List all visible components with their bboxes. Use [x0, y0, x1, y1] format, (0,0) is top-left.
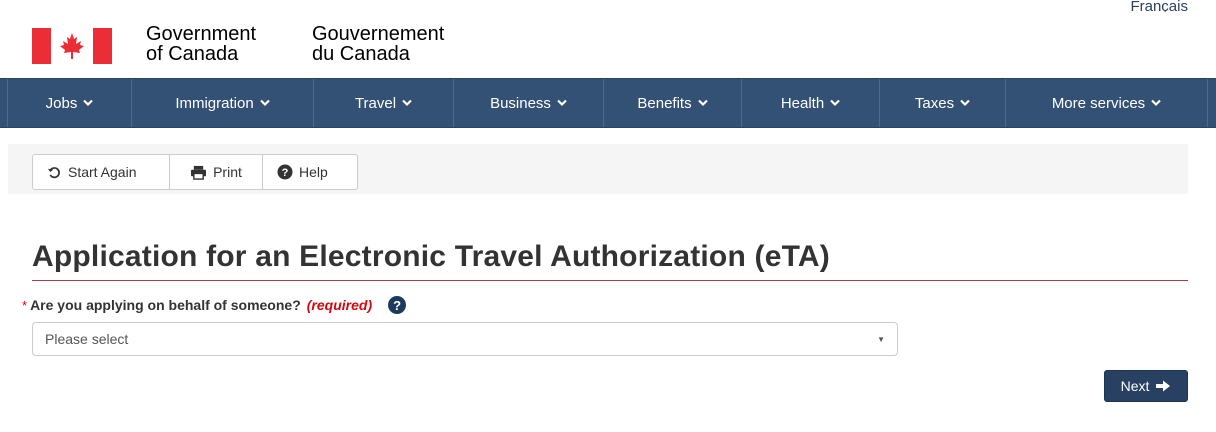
menu-item-immigration[interactable]: Immigration: [132, 79, 314, 127]
chevron-down-icon: [960, 99, 970, 107]
required-marker: *: [22, 297, 28, 313]
menu-item-travel[interactable]: Travel: [314, 79, 454, 127]
refresh-icon: [47, 166, 60, 178]
menu-item-label: More services: [1051, 94, 1146, 112]
help-label: Help: [299, 164, 328, 180]
help-button[interactable]: ? Help: [262, 154, 358, 190]
signature-fr-line1: Gouvernement: [312, 23, 445, 45]
menu-item-benefits[interactable]: Benefits: [604, 79, 742, 127]
flag-left-bar: [32, 28, 51, 64]
signature-fr-line2: du Canada: [312, 43, 410, 65]
page-title: Application for an Electronic Travel Aut…: [32, 240, 830, 273]
title-underline: [32, 280, 1188, 281]
menu-item-label: Travel: [354, 94, 397, 112]
question-help-icon[interactable]: ?: [388, 296, 407, 314]
signature-en-line1: Government: [146, 23, 257, 45]
menu-item-more-services[interactable]: More services: [1006, 79, 1208, 127]
menu-item-business[interactable]: Business: [454, 79, 604, 127]
select-value: Please select: [45, 331, 129, 347]
next-button[interactable]: Next: [1104, 370, 1188, 402]
menu-item-label: Health: [780, 94, 825, 112]
maple-leaf-icon: [60, 33, 84, 59]
question-circle-icon: ?: [277, 164, 293, 180]
menu-item-label: Business: [490, 94, 551, 112]
printer-icon: [191, 165, 207, 180]
chevron-down-icon: [402, 99, 412, 107]
signature-french: Gouvernement du Canada: [312, 24, 444, 64]
chevron-down-icon: [83, 99, 94, 107]
question-label: * Are you applying on behalf of someone?…: [22, 296, 407, 314]
next-label: Next: [1120, 378, 1150, 394]
chevron-down-icon: [830, 99, 840, 107]
dropdown-arrow-icon: ▼: [877, 334, 885, 344]
nav-left-edge: [0, 79, 8, 127]
flag-right-bar: [93, 28, 112, 64]
language-toggle-link[interactable]: Français: [1130, 0, 1188, 12]
signature-english: Government of Canada: [146, 24, 256, 64]
applying-on-behalf-select[interactable]: Please select ▼: [32, 322, 898, 356]
menu-item-label: Immigration: [175, 94, 254, 112]
chevron-down-icon: [697, 99, 708, 107]
chevron-down-icon: [1151, 99, 1161, 107]
menu-item-label: Benefits: [637, 94, 692, 112]
canada-flag-logo[interactable]: [32, 28, 112, 64]
chevron-down-icon: [557, 99, 567, 107]
svg-text:?: ?: [282, 167, 289, 179]
print-label: Print: [213, 164, 242, 180]
menu-item-label: Taxes: [914, 94, 955, 112]
menu-item-health[interactable]: Health: [742, 79, 880, 127]
menu-item-label: Jobs: [45, 94, 78, 112]
start-again-label: Start Again: [68, 164, 137, 180]
site-header: Français Government of Canada Gouverneme…: [0, 0, 1216, 78]
start-again-button[interactable]: Start Again: [32, 154, 170, 190]
toolbar: Start Again Print ? Help: [32, 154, 358, 190]
menu-item-jobs[interactable]: Jobs: [8, 79, 132, 127]
print-button[interactable]: Print: [169, 154, 263, 190]
question-text: Are you applying on behalf of someone?: [30, 297, 301, 313]
signature-en-line2: of Canada: [146, 43, 239, 65]
flag-center: [51, 28, 93, 64]
required-text: (required): [306, 297, 373, 313]
menu-item-taxes[interactable]: Taxes: [880, 79, 1006, 127]
chevron-down-icon: [259, 99, 270, 107]
arrow-right-icon: [1156, 380, 1171, 392]
main-menu: Jobs Immigration Travel Business Benefit…: [0, 78, 1216, 128]
